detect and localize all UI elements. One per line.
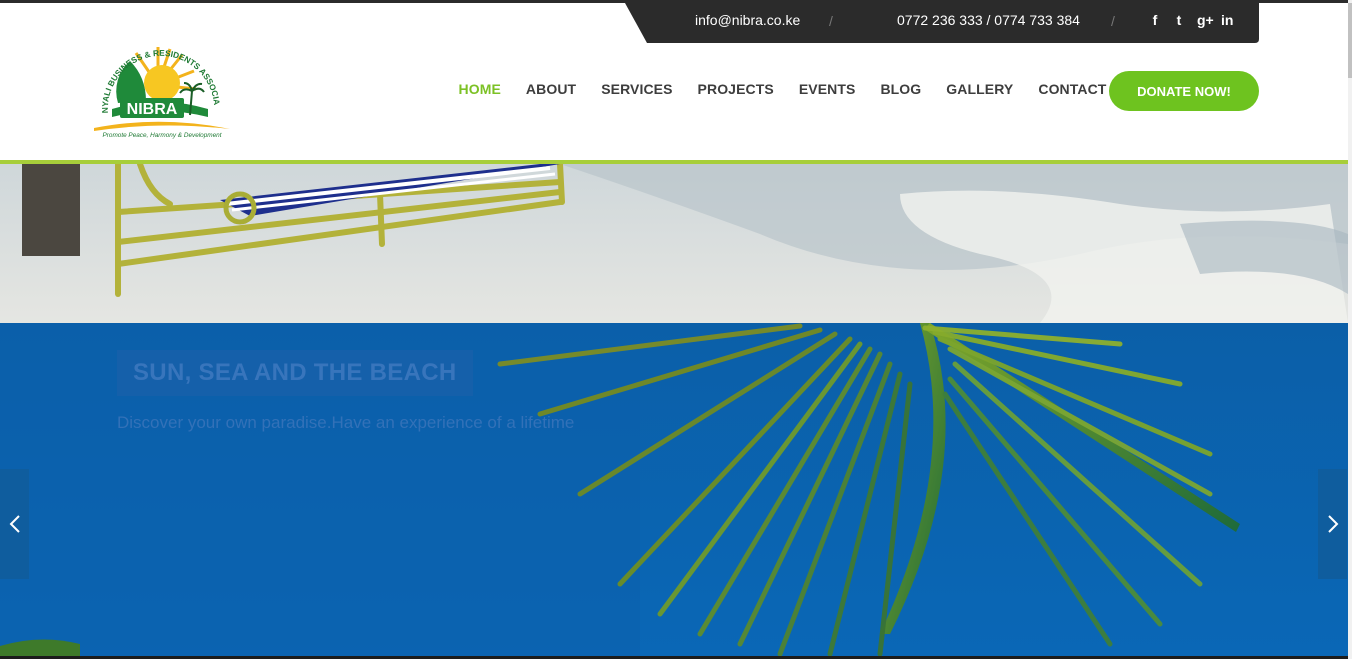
topbar-separator: / <box>1111 13 1115 29</box>
nav-item-home[interactable]: HOME <box>446 81 513 101</box>
slide-title: SUN, SEA AND THE BEACH <box>117 350 473 396</box>
twitter-icon[interactable]: t <box>1173 12 1185 28</box>
nav-item-gallery[interactable]: GALLERY <box>934 81 1026 101</box>
google-plus-icon[interactable]: g+ <box>1197 12 1214 28</box>
topbar-separator: / <box>829 13 833 29</box>
contact-email-link[interactable]: info@nibra.co.ke <box>695 12 800 28</box>
nav-item-events[interactable]: EVENTS <box>786 81 868 101</box>
hero-slider <box>0 164 1348 656</box>
main-nav: HOME ABOUT SERVICES PROJECTS EVENTS BLOG GALLE… <box>446 81 1143 101</box>
logo-tagline: Promote Peace, Harmony & Development <box>103 132 222 139</box>
nav-item-services[interactable]: SERVICES <box>589 81 685 101</box>
contact-topbar: info@nibra.co.ke / 0772 236 333 / 0774 7… <box>625 3 1259 43</box>
nav-item-blog[interactable]: BLOG <box>868 81 934 101</box>
slider-next-button[interactable] <box>1318 469 1347 579</box>
slide-subtitle: Discover your own paradise.Have an exper… <box>117 413 575 432</box>
nav-item-about[interactable]: ABOUT <box>513 81 588 101</box>
nibra-logo[interactable]: NIBRA NYALI BUSINESS & RESIDENTS ASSOCIA… <box>87 17 232 143</box>
scrollbar[interactable] <box>1348 0 1352 659</box>
donate-button[interactable]: DONATE NOW! <box>1109 71 1259 111</box>
chevron-left-icon <box>9 515 20 533</box>
chevron-right-icon <box>1327 515 1338 533</box>
contact-phone[interactable]: 0772 236 333 / 0774 733 384 <box>897 12 1080 28</box>
slider-prev-button[interactable] <box>0 469 29 579</box>
social-links: f t g+ in <box>1149 12 1234 28</box>
scrollbar-thumb[interactable] <box>1348 3 1352 78</box>
linkedin-icon[interactable]: in <box>1221 12 1233 28</box>
page: NIBRA NYALI BUSINESS & RESIDENTS ASSOCIA… <box>0 0 1352 659</box>
hero-image <box>0 164 1348 656</box>
facebook-icon[interactable]: f <box>1149 12 1161 28</box>
logo-wordmark: NIBRA <box>127 101 178 118</box>
nav-item-projects[interactable]: PROJECTS <box>685 81 786 101</box>
